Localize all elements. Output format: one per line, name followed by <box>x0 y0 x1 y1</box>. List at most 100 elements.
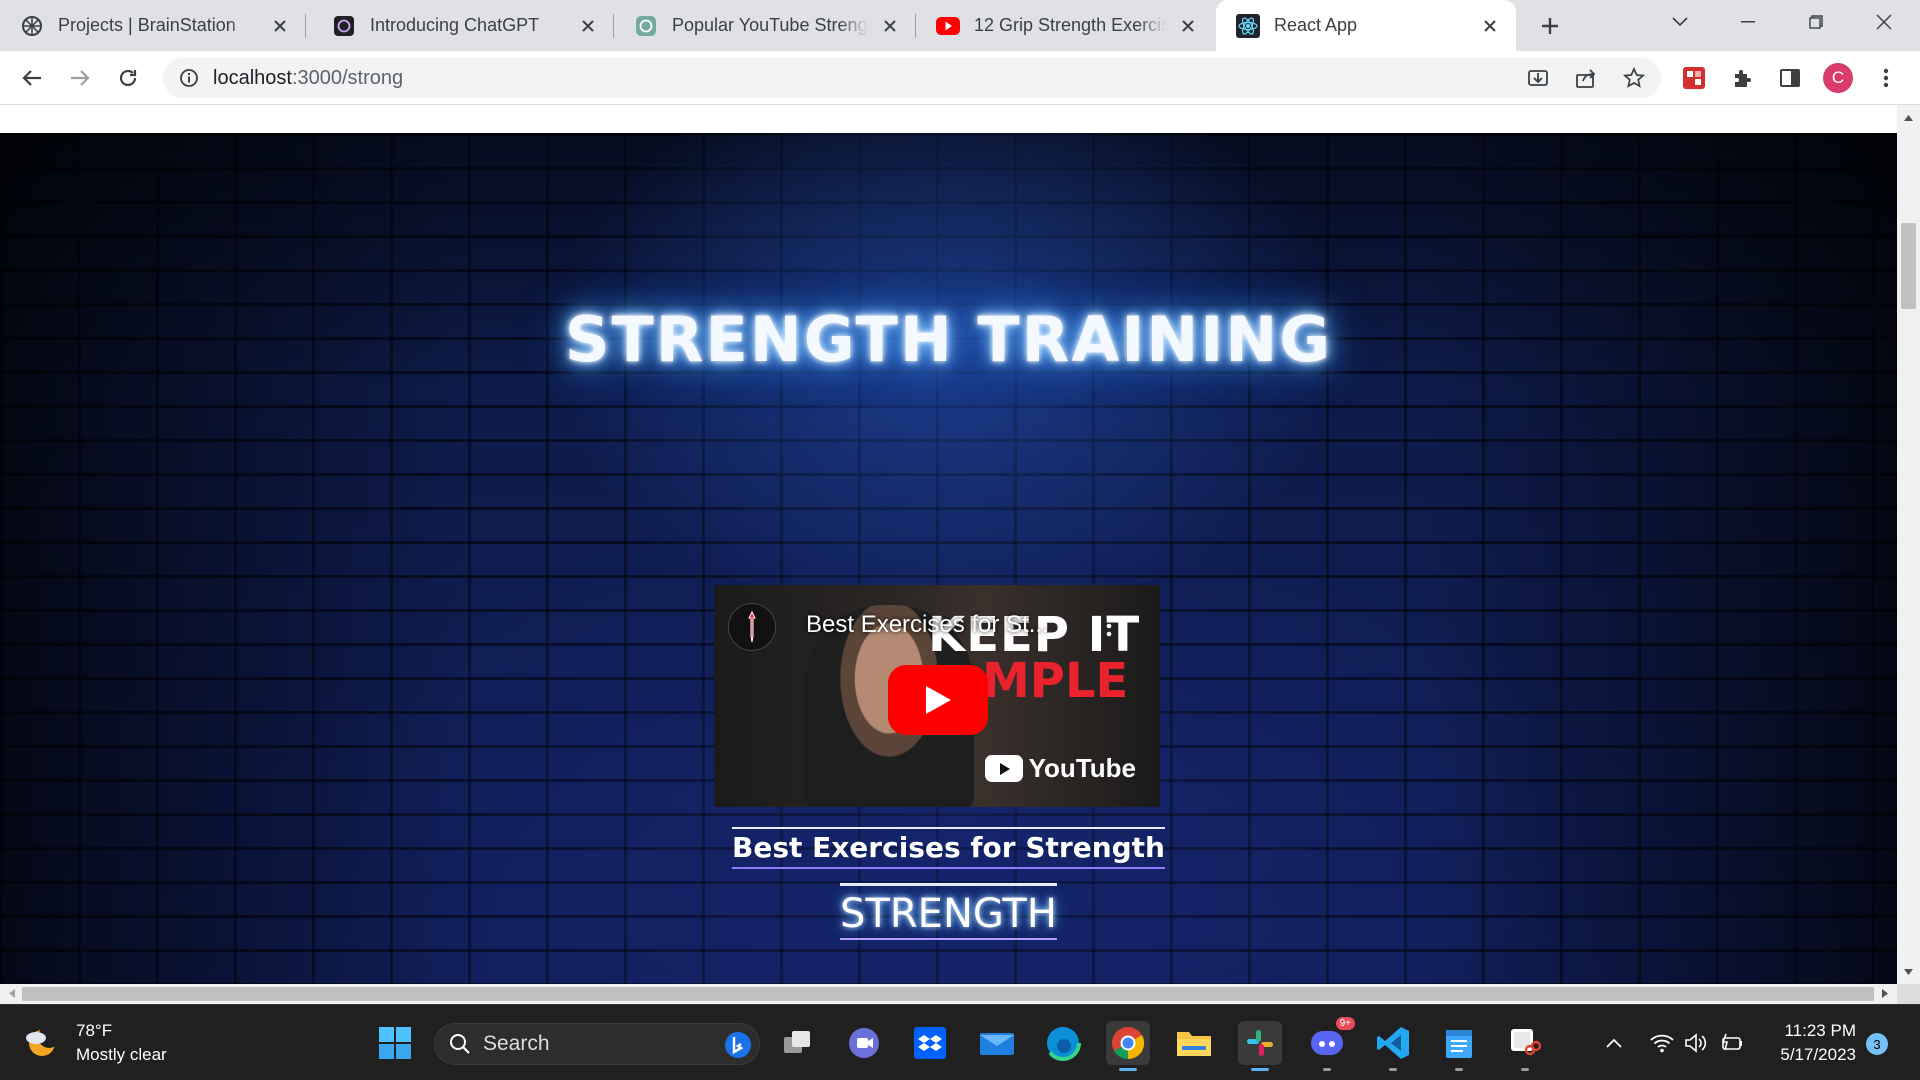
file-explorer-button[interactable] <box>1172 1021 1216 1065</box>
search-label: Search <box>483 1032 550 1055</box>
restore-icon <box>1809 15 1823 29</box>
notification-badge: 9+ <box>1335 1017 1355 1030</box>
close-tab-icon[interactable] <box>576 14 600 38</box>
minimize-button[interactable] <box>1720 0 1776 44</box>
scroll-right-icon[interactable] <box>1878 987 1891 1000</box>
reload-button[interactable] <box>109 59 147 97</box>
search-icon <box>450 1034 470 1054</box>
moon-cloud-icon <box>26 1026 60 1056</box>
youtube-logo[interactable]: YouTube <box>984 753 1136 784</box>
arrow-right-icon <box>71 70 90 86</box>
channel-avatar[interactable] <box>728 603 776 651</box>
weather-widget[interactable]: 78°F Mostly clear <box>22 1019 167 1067</box>
close-tab-icon[interactable] <box>1176 14 1200 38</box>
running-indicator <box>1389 1068 1397 1071</box>
scrollbar-thumb[interactable] <box>22 987 1874 1001</box>
channel-logo-icon <box>748 610 756 643</box>
close-tab-icon[interactable] <box>878 14 902 38</box>
mail-button[interactable] <box>975 1021 1019 1065</box>
youtube-embed[interactable]: KEEP IT MPLE Best Exercises for St... Yo… <box>714 585 1160 807</box>
battery-charging-icon <box>1721 1033 1742 1051</box>
tab-search-button[interactable] <box>1652 0 1708 44</box>
scroll-up-icon[interactable] <box>1902 111 1915 124</box>
tab-react-app[interactable]: React App <box>1216 0 1516 51</box>
battery-button[interactable] <box>1716 1025 1748 1061</box>
weather-desc: Mostly clear <box>76 1045 167 1064</box>
windows-icon <box>379 1027 411 1059</box>
openai-icon <box>332 14 356 38</box>
vscode-button[interactable] <box>1371 1021 1415 1071</box>
edge-button[interactable] <box>1041 1021 1085 1065</box>
tab-grip-exercises[interactable]: 12 Grip Strength Exercises <box>916 0 1214 51</box>
dropbox-button[interactable] <box>908 1021 952 1065</box>
profile-button[interactable]: C <box>1819 59 1857 97</box>
close-window-button[interactable] <box>1856 0 1912 44</box>
vertical-scrollbar[interactable] <box>1897 105 1920 984</box>
hero-brick-wall: STRENGTH TRAINING KEEP IT MPLE Best Exer… <box>0 133 1897 984</box>
puzzle-icon <box>1735 70 1751 87</box>
running-indicator <box>1251 1068 1269 1071</box>
new-tab-button[interactable] <box>1532 8 1568 44</box>
windows-taskbar: 78°F Mostly clear Search 9+ 11:23 PM 5/1… <box>0 1004 1920 1080</box>
scroll-left-icon[interactable] <box>5 987 18 1000</box>
tab-title: Projects | BrainStation <box>58 15 236 35</box>
kebab-menu-icon <box>1883 68 1889 88</box>
play-button[interactable] <box>888 665 988 735</box>
section-heading-text: STRENGTH <box>840 883 1057 940</box>
task-view-button[interactable] <box>776 1021 820 1065</box>
browser-toolbar: localhost:3000/strong C <box>0 51 1920 105</box>
show-hidden-icons-button[interactable] <box>1598 1025 1630 1061</box>
tab-brainstation[interactable]: Projects | BrainStation <box>0 0 306 51</box>
bookmark-button[interactable] <box>1615 59 1653 97</box>
speaker-icon <box>1685 1033 1707 1053</box>
close-tab-icon[interactable] <box>1478 14 1502 38</box>
discord-button[interactable]: 9+ <box>1305 1017 1355 1071</box>
chrome-button[interactable] <box>1106 1021 1150 1071</box>
brainstation-icon <box>20 14 44 38</box>
close-tab-icon[interactable] <box>268 14 292 38</box>
start-button[interactable] <box>373 1021 417 1065</box>
tab-youtube-strength[interactable]: Popular YouTube Strength <box>614 0 916 51</box>
tab-title: React App <box>1274 15 1358 35</box>
notification-count[interactable]: 3 <box>1866 1033 1888 1055</box>
scrollbar-thumb[interactable] <box>1901 223 1916 309</box>
discord-icon <box>1311 1031 1343 1055</box>
react-icon <box>1236 13 1260 38</box>
notepad-button[interactable] <box>1437 1021 1481 1071</box>
minimize-icon <box>1741 21 1755 23</box>
snipping-tool-button[interactable] <box>1503 1021 1547 1071</box>
youtube-icon <box>936 14 960 38</box>
scroll-down-icon[interactable] <box>1902 965 1915 978</box>
tab-title: 12 Grip Strength Exercises <box>974 15 1166 35</box>
extensions-menu-button[interactable] <box>1723 59 1761 97</box>
scrollbar-corner <box>1897 984 1920 1004</box>
share-button[interactable] <box>1567 59 1605 97</box>
volume-button[interactable] <box>1680 1025 1712 1061</box>
teams-chat-button[interactable] <box>842 1021 886 1065</box>
clock-date: 5/17/2023 <box>1780 1045 1856 1064</box>
vscode-icon <box>1377 1027 1409 1059</box>
running-indicator <box>1455 1068 1463 1071</box>
video-title[interactable]: Best Exercises for St... <box>806 611 1049 639</box>
back-button[interactable] <box>13 59 51 97</box>
slack-button[interactable] <box>1238 1021 1282 1071</box>
notepad-icon <box>1446 1030 1472 1058</box>
horizontal-scrollbar[interactable] <box>0 984 1897 1004</box>
bing-icon <box>725 1032 751 1058</box>
side-panel-button[interactable] <box>1771 59 1809 97</box>
install-app-button[interactable] <box>1519 59 1557 97</box>
youtube-icon <box>984 755 1023 782</box>
tab-chatgpt-intro[interactable]: Introducing ChatGPT <box>312 0 614 51</box>
wifi-button[interactable] <box>1646 1025 1678 1061</box>
chevron-down-icon <box>1672 17 1688 27</box>
video-menu-icon[interactable] <box>1106 615 1112 642</box>
info-icon[interactable] <box>179 68 199 88</box>
taskbar-search[interactable]: Search <box>434 1023 760 1065</box>
slack-icon <box>1247 1030 1273 1056</box>
chrome-menu-button[interactable] <box>1867 59 1905 97</box>
forward-button[interactable] <box>61 59 99 97</box>
address-bar[interactable]: localhost:3000/strong <box>163 58 1661 98</box>
clock[interactable]: 11:23 PM 5/17/2023 <box>1752 1019 1856 1067</box>
restore-button[interactable] <box>1788 0 1844 44</box>
extension-button[interactable] <box>1675 59 1713 97</box>
